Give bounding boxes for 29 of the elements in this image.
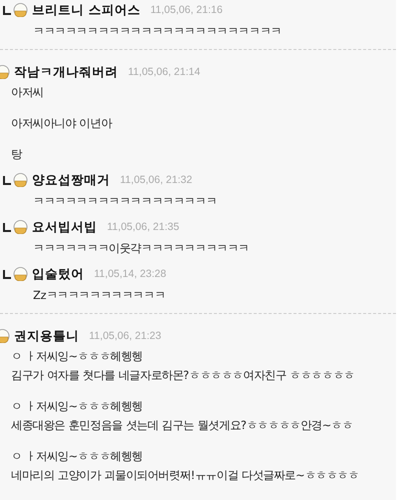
avatar-icon <box>13 173 28 187</box>
comment-text: ㅇ ㅏ저씨잉~ㅎㅎㅎ헤헹헹 <box>11 449 144 465</box>
avatar-icon <box>13 267 28 281</box>
comment-text: 세종대왕은 훈민정음을 셧는데 김구는 뭘셧게요?ㅎㅎㅎㅎㅎ안경~ㅎㅎ <box>11 418 354 434</box>
author-name[interactable]: 입술텄어 <box>32 266 84 282</box>
comment-date: 11,05,06, 21:23 <box>89 330 162 342</box>
comment-date: 11,05,06, 21:16 <box>150 4 223 16</box>
comment-text: ㅋㅋㅋㅋㅋㅋㅋㅋㅋㅋㅋㅋㅋㅋㅋㅋㅋㅋㅋㅋㅋㅋㅋ <box>33 24 282 40</box>
author-name[interactable]: 양요섭짱매거 <box>32 172 110 188</box>
comment-text: 네마리의 고양이가 괴물이되어버렷쩌!ㅠㅠ이걸 다섯글짜로~ㅎㅎㅎㅎㅎ <box>11 468 360 484</box>
avatar-icon <box>13 220 28 234</box>
comment-text: ㅇ ㅏ저씨잉~ㅎㅎㅎ헤헹헹 <box>11 349 144 365</box>
comment-text: 탕 <box>11 147 24 163</box>
comment-date: 11,05,14, 23:28 <box>94 268 166 280</box>
comment-date: 11,05,06, 21:35 <box>107 221 180 233</box>
comment-text: 김구가 여자를 쳣다를 네글자로하몬?ㅎㅎㅎㅎㅎ여자친구 ㅎㅎㅎㅎㅎㅎ <box>11 368 356 384</box>
comment-text: ㅋㅋㅋㅋㅋㅋㅋㅋㅋㅋㅋㅋㅋㅋㅋㅋㅋ <box>33 194 218 210</box>
author-name[interactable]: 요서빕서빕 <box>32 218 97 236</box>
author-name[interactable]: 권지용틀니 <box>14 328 79 344</box>
comment-date: 11,05,06, 21:32 <box>120 174 192 186</box>
avatar-icon <box>13 3 28 17</box>
comment-text: ㅋㅋㅋㅋㅋㅋㅋ이웃갹ㅋㅋㅋㅋㅋㅋㅋㅋㅋㅋ <box>33 241 250 257</box>
author-name[interactable]: 작남ㅋ개나줘버려 <box>14 64 118 80</box>
comment-text: 아저씨아니야 이년아 <box>11 116 114 132</box>
author-name[interactable]: 브리트니 스피어스 <box>32 2 140 18</box>
comment-text: Zzㅋㅋㅋㅋㅋㅋㅋㅋㅋㅋㅋ <box>33 288 166 304</box>
comment-text: ㅇ ㅏ저씨잉~ㅎㅎㅎ헤헹헹 <box>11 399 144 415</box>
comment-text: 아저씨 <box>11 85 44 101</box>
comment-date: 11,05,06, 21:14 <box>128 66 200 78</box>
